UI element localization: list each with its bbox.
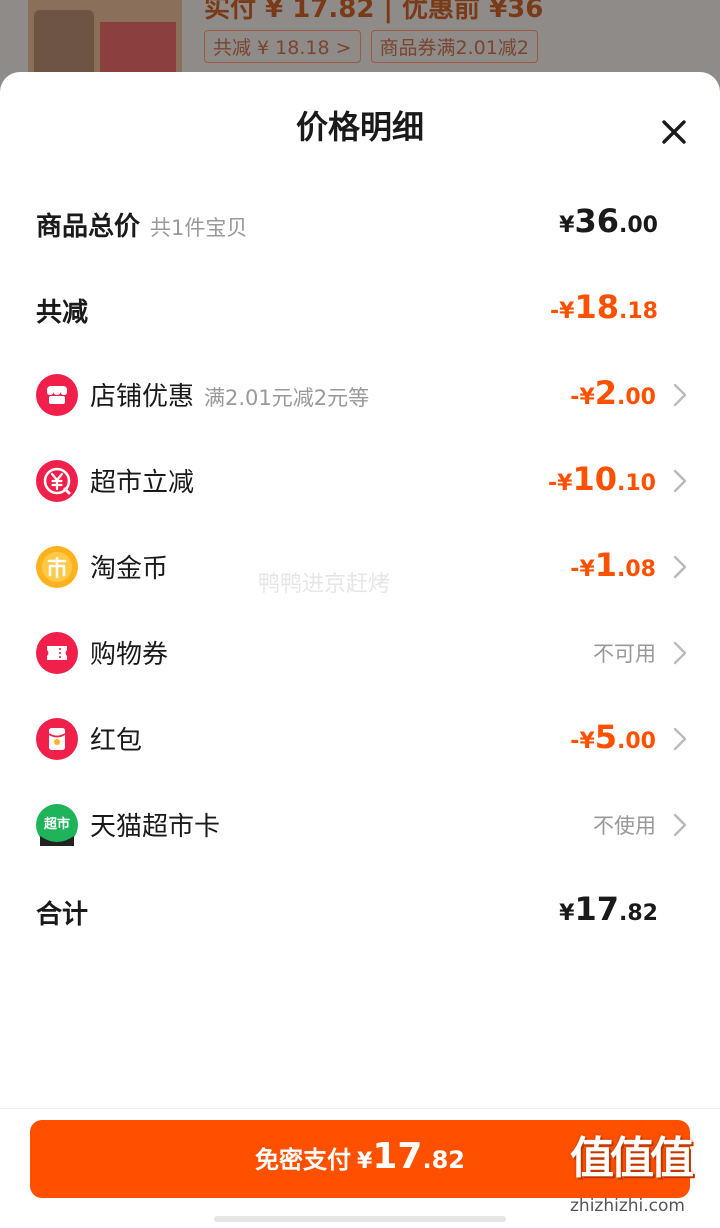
amount-decimal: .00: [617, 385, 656, 410]
discount-label: 天猫超市卡: [90, 806, 220, 843]
amount-decimal: .10: [617, 471, 656, 496]
discount-label-text: 红包: [90, 726, 143, 756]
discount-amount: -¥10.10: [548, 460, 656, 498]
discount-label-text: 购物券: [90, 640, 169, 670]
amount-decimal: .18: [619, 299, 658, 324]
discount-row-shop[interactable]: 店铺优惠 满2.01元减2元等 -¥2.00: [0, 364, 720, 424]
amount-integer: 5: [594, 718, 618, 756]
amount-decimal: .08: [617, 557, 656, 582]
tmall-icon-text: 超市: [44, 816, 70, 832]
product-image-part: [34, 10, 94, 80]
goods-total-label: 商品总价 共1件宝贝: [36, 206, 247, 243]
amount-decimal: .00: [617, 729, 656, 754]
currency-symbol: ¥: [559, 299, 575, 324]
site-watermark-logo: 值值值 zhizhizhi.com: [566, 1122, 716, 1222]
close-icon: [662, 120, 686, 144]
yuan-minus-icon: [36, 460, 78, 502]
coin-icon: [36, 546, 78, 588]
goods-total-row: 商品总价 共1件宝贝 ¥36.00: [0, 192, 720, 252]
background-tags: 共减 ¥ 18.18 > 商品券满2.01减2: [204, 30, 538, 63]
amount-integer: 17: [574, 890, 620, 928]
amount-integer: 36: [574, 202, 620, 240]
discount-label: 购物券: [90, 634, 168, 671]
discount-label-text: 店铺优惠: [90, 382, 195, 412]
logo-url: zhizhizhi.com: [570, 1196, 685, 1216]
chevron-right-icon: [672, 554, 688, 580]
discount-amount: -¥2.00: [570, 374, 656, 412]
discount-label-text: 超市立减: [90, 468, 195, 498]
grand-total-row: 合计 ¥17.82: [0, 880, 720, 940]
footer-divider: [0, 1108, 720, 1109]
currency-symbol: ¥: [557, 471, 573, 496]
minus-sign: -: [550, 299, 560, 324]
discount-condition: 满2.01元减2元等: [204, 386, 370, 410]
amount-integer: 10: [572, 460, 618, 498]
discount-status: 不使用: [593, 814, 656, 838]
amount-decimal: .82: [619, 901, 658, 926]
chevron-right-icon: [672, 640, 688, 666]
currency-symbol: ¥: [579, 729, 595, 754]
amount-decimal: .82: [422, 1146, 465, 1174]
goods-total-amount: ¥36.00: [559, 202, 658, 240]
red-envelope-icon: [36, 718, 78, 760]
pay-button-label: 免密支付: [255, 1146, 352, 1174]
amount-integer: 1: [594, 546, 618, 584]
currency-symbol: ¥: [357, 1149, 373, 1174]
discount-label-text: 天猫超市卡: [90, 812, 221, 842]
discount-row-shopping-coupon[interactable]: 购物券 不可用: [0, 622, 720, 682]
chevron-right-icon: [672, 468, 688, 494]
total-discount-label: 共减: [36, 298, 89, 328]
amount-integer: 17: [372, 1136, 423, 1177]
currency-symbol: ¥: [579, 385, 595, 410]
shop-icon: [36, 374, 78, 416]
price-detail-sheet: 价格明细 商品总价 共1件宝贝 ¥36.00 共减 -¥18.18 店铺优惠 满2.…: [0, 72, 720, 1228]
goods-count: 共1件宝贝: [150, 216, 248, 240]
discount-label: 店铺优惠 满2.01元减2元等: [90, 376, 369, 413]
tmall-supermarket-card-icon: 超市: [36, 804, 78, 846]
amount-integer: 2: [594, 374, 618, 412]
amount-integer: 18: [574, 288, 620, 326]
total-discount-row: 共减 -¥18.18: [0, 278, 720, 338]
discount-label: 超市立减: [90, 462, 194, 499]
grand-total-label: 合计: [36, 900, 89, 930]
currency-symbol: ¥: [559, 213, 575, 238]
home-indicator: [214, 1216, 506, 1222]
sheet-title: 价格明细: [295, 108, 424, 146]
discount-amount: -¥1.08: [570, 546, 656, 584]
discount-label: 红包: [90, 720, 142, 757]
total-discount-amount: -¥18.18: [550, 288, 658, 326]
discount-label-text: 淘金币: [90, 554, 169, 584]
background-pay-line: 实付 ¥ 17.82 | 优惠前 ¥36: [204, 0, 544, 24]
background-discount-tag: 共减 ¥ 18.18 >: [204, 30, 361, 63]
currency-symbol: ¥: [559, 901, 575, 926]
discount-row-supermarket[interactable]: 超市立减 -¥10.10: [0, 450, 720, 510]
background-coupon-tag: 商品券满2.01减2: [370, 30, 538, 63]
discount-label: 淘金币: [90, 548, 168, 585]
watermark: 鸭鸭进京赶烤: [258, 572, 391, 597]
grand-total-amount: ¥17.82: [559, 890, 658, 928]
currency-symbol: ¥: [579, 557, 595, 582]
ticket-icon: [36, 632, 78, 674]
goods-total-label-text: 商品总价: [36, 212, 141, 242]
close-button[interactable]: [652, 110, 696, 154]
logo-text: 值值值: [570, 1133, 694, 1184]
amount-decimal: .00: [619, 213, 658, 238]
discount-status: 不可用: [593, 642, 656, 666]
discount-amount: -¥5.00: [570, 718, 656, 756]
chevron-right-icon: [672, 812, 688, 838]
discount-row-tmall-card[interactable]: 超市 天猫超市卡 不使用: [0, 794, 720, 854]
chevron-right-icon: [672, 726, 688, 752]
discount-row-red-envelope[interactable]: 红包 -¥5.00: [0, 708, 720, 768]
chevron-right-icon: [672, 382, 688, 408]
minus-sign: -: [548, 471, 558, 496]
